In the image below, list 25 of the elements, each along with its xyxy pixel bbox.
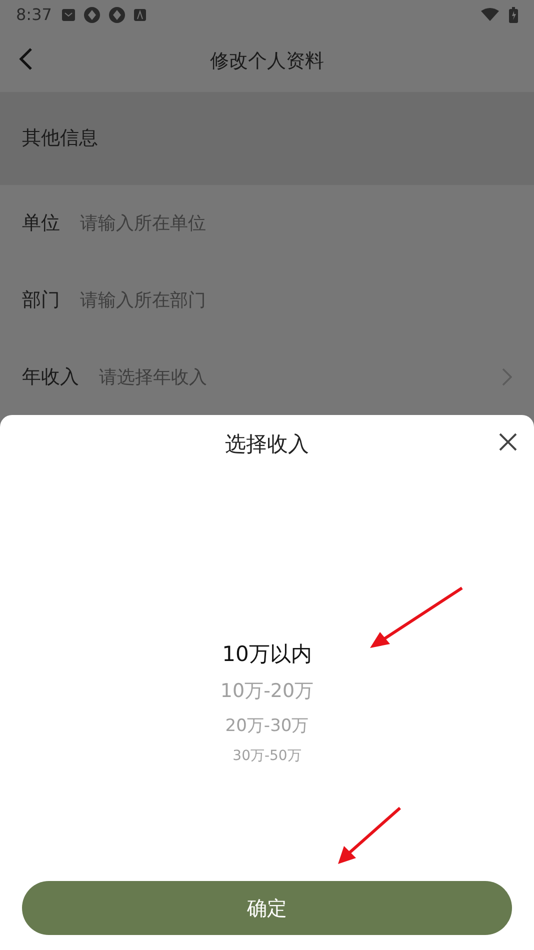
annotation-arrow bbox=[336, 806, 402, 866]
picker-option[interactable]: 20万-30万 bbox=[225, 714, 309, 737]
input-field[interactable]: 请输入所在部门 bbox=[80, 288, 512, 312]
picker-option[interactable]: 30万-50万 bbox=[232, 747, 302, 765]
picker-option[interactable]: 10万以内 bbox=[222, 640, 312, 668]
confirm-button[interactable]: 确定 bbox=[22, 881, 512, 935]
close-icon bbox=[498, 432, 518, 452]
input-field[interactable]: 请输入所在单位 bbox=[80, 211, 512, 236]
section-title: 其他信息 bbox=[22, 126, 98, 152]
page-title: 修改个人资料 bbox=[210, 48, 324, 74]
chevron-icon bbox=[502, 368, 512, 386]
aperture-icon bbox=[108, 6, 125, 23]
input-field[interactable]: 请选择年收入 bbox=[99, 364, 482, 389]
back-icon[interactable] bbox=[18, 47, 34, 72]
aperture-icon bbox=[84, 6, 100, 23]
sheet-title: 选择收入 bbox=[225, 431, 309, 458]
mail-icon bbox=[62, 8, 75, 21]
status-time: 8:37 bbox=[16, 5, 52, 24]
wifi-icon bbox=[481, 8, 499, 22]
field-label: 部门 bbox=[22, 288, 60, 313]
field-label: 年收入 bbox=[22, 364, 79, 390]
picker-option[interactable]: 10万-20万 bbox=[220, 678, 314, 704]
keyboard-icon bbox=[134, 8, 146, 21]
field-label: 单位 bbox=[22, 211, 60, 236]
battery-icon bbox=[509, 6, 518, 23]
